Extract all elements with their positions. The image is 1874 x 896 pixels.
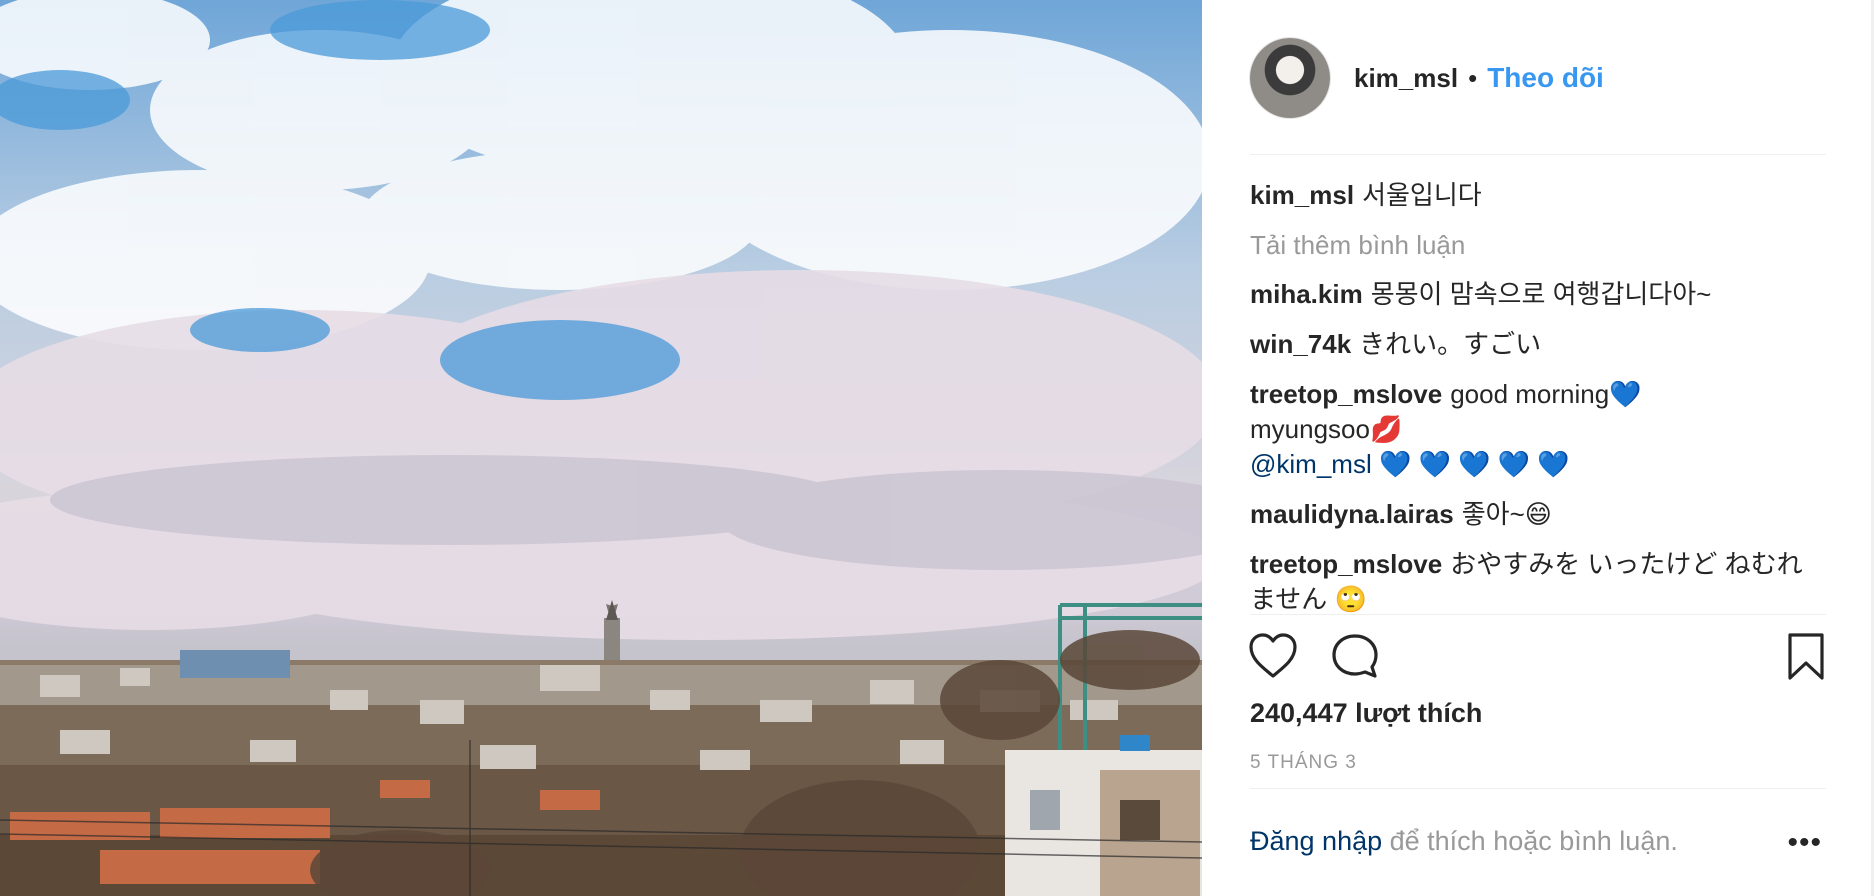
heart-icon[interactable] (1248, 632, 1300, 684)
comment-text-line2: myungsoo💋 (1250, 414, 1403, 444)
comments-list[interactable]: kim_msl 서울입니다 Tải thêm bình luận miha.kim… (1250, 178, 1810, 614)
comment-text: 좋아~😄 (1461, 499, 1552, 529)
more-options-icon[interactable]: ••• (1787, 826, 1822, 860)
login-link[interactable]: Đăng nhập (1250, 826, 1382, 856)
comments-divider (1250, 614, 1826, 615)
comment-username[interactable]: treetop_mslove (1250, 379, 1442, 409)
comment-text-line3: 💙 💙 💙 💙 💙 (1378, 449, 1570, 479)
caption-text: 서울입니다 (1362, 180, 1482, 210)
comment-text: きれい。すごい (1359, 329, 1542, 359)
comment-item: win_74k きれい。すごい (1250, 327, 1810, 362)
comment-icon[interactable] (1330, 632, 1382, 684)
post-caption: kim_msl 서울입니다 (1250, 178, 1810, 213)
comment-username[interactable]: win_74k (1250, 329, 1351, 359)
comment-mention-link[interactable]: @kim_msl (1250, 449, 1372, 479)
action-bar (1248, 632, 1828, 688)
caption-username[interactable]: kim_msl (1250, 180, 1354, 210)
comment-username[interactable]: treetop_mslove (1250, 549, 1442, 579)
comment-text: good morning💙 (1450, 379, 1642, 409)
comment-text: 몽몽이 맘속으로 여행갑니다아~ (1370, 279, 1712, 309)
comment-item: treetop_mslove おやすみを いったけど ねむれません 🙄 (1250, 547, 1810, 614)
login-prompt-text: để thích hoặc bình luận. (1382, 826, 1678, 856)
comment-username[interactable]: maulidyna.lairas (1250, 499, 1454, 529)
post-header: kim_msl • Theo dõi (1250, 36, 1604, 120)
footer-divider (1250, 788, 1826, 789)
like-count[interactable]: 240,447 lượt thích (1250, 698, 1482, 729)
separator-dot: • (1468, 62, 1478, 93)
comment-item: maulidyna.lairas 좋아~😄 (1250, 497, 1810, 532)
load-more-comments-link[interactable]: Tải thêm bình luận (1250, 228, 1810, 263)
bookmark-icon[interactable] (1784, 632, 1836, 684)
post-sidebar: kim_msl • Theo dõi kim_msl 서울입니다 Tải thêm… (1202, 0, 1874, 896)
header-divider (1250, 154, 1826, 155)
author-username[interactable]: kim_msl (1354, 63, 1458, 94)
follow-button[interactable]: Theo dõi (1487, 62, 1604, 94)
login-prompt: Đăng nhập để thích hoặc bình luận. (1250, 826, 1678, 857)
avatar[interactable] (1250, 38, 1330, 118)
seoul-cityscape-image (0, 0, 1202, 896)
post-photo[interactable] (0, 0, 1202, 896)
comment-username[interactable]: miha.kim (1250, 279, 1363, 309)
comment-item: miha.kim 몽몽이 맘속으로 여행갑니다아~ (1250, 277, 1810, 312)
comment-item: treetop_mslove good morning💙 myungsoo💋 @k… (1250, 377, 1810, 482)
post-date[interactable]: 5 THÁNG 3 (1250, 752, 1357, 774)
